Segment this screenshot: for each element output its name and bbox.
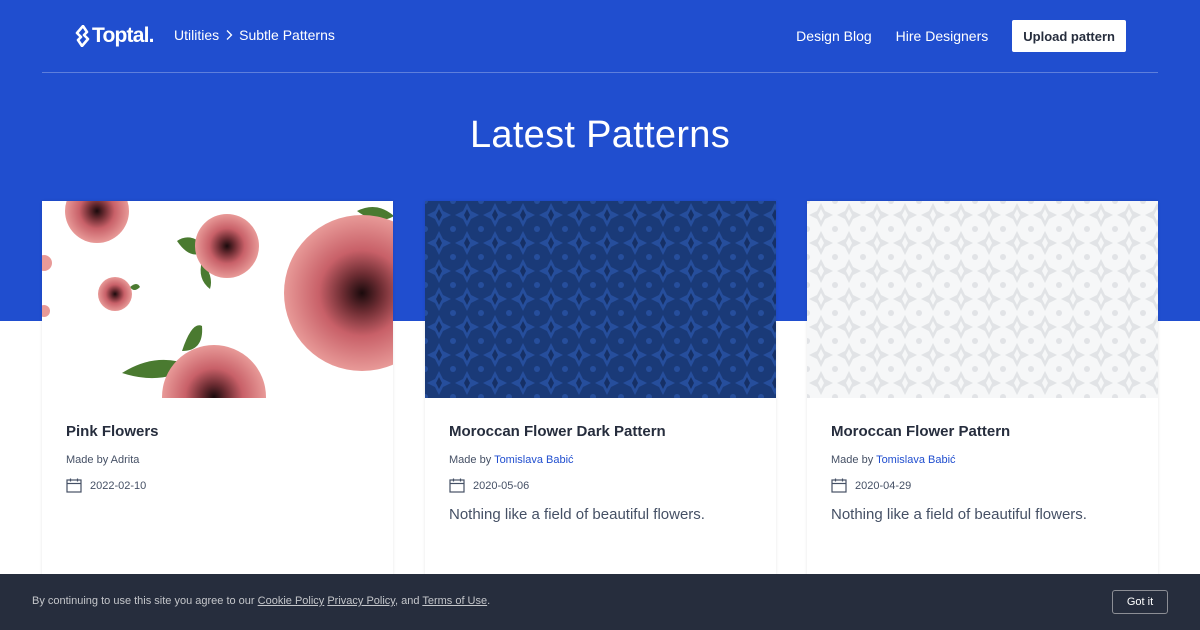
card-date: 2020-04-29 [831,478,1134,493]
cookie-consent-bar: By continuing to use this site you agree… [0,574,1200,630]
toptal-logo[interactable]: Toptal. [74,24,154,48]
chevron-right-icon [225,29,233,41]
got-it-button[interactable]: Got it [1112,590,1168,614]
top-navigation: Toptal. Utilities Subtle Patterns Design… [42,0,1158,73]
terms-of-use-link[interactable]: Terms of Use [422,595,487,607]
card-author: Made by Tomislava Babić [831,453,1134,467]
nav-right: Design Blog Hire Designers Upload patter… [796,20,1126,52]
toptal-logo-icon [74,25,90,47]
pattern-thumbnail-moroccan-dark[interactable] [425,201,776,398]
author-link[interactable]: Tomislava Babić [876,454,955,466]
calendar-icon [831,478,847,493]
pattern-card[interactable]: Moroccan Flower Dark Pattern Made by Tom… [425,201,776,581]
logo-wordmark: Toptal [92,24,149,47]
nav-hire-designers[interactable]: Hire Designers [896,20,989,52]
card-author: Made by Adrita [66,453,369,467]
pattern-card[interactable]: Moroccan Flower Pattern Made by Tomislav… [807,201,1158,581]
made-by-label: Made by [449,454,492,466]
pattern-thumbnail-pink-flowers[interactable] [42,201,393,398]
card-title[interactable]: Pink Flowers [66,423,369,441]
pattern-thumbnail-moroccan-light[interactable] [807,201,1158,398]
breadcrumb: Utilities Subtle Patterns [174,27,335,43]
privacy-policy-link[interactable]: Privacy Policy [327,595,395,607]
pattern-card[interactable]: Pink Flowers Made by Adrita 2022-02-10 [42,201,393,581]
card-description: Nothing like a field of beautiful flower… [449,506,705,523]
card-date: 2022-02-10 [66,478,369,493]
card-author: Made by Tomislava Babić [449,453,752,467]
cookie-policy-link[interactable]: Cookie Policy [258,595,325,607]
date-value: 2022-02-10 [90,479,147,492]
card-date: 2020-05-06 [449,478,752,493]
card-title[interactable]: Moroccan Flower Dark Pattern [449,423,752,441]
card-title[interactable]: Moroccan Flower Pattern [831,423,1134,441]
cookie-message: By continuing to use this site you agree… [32,595,491,607]
cookie-prefix: By continuing to use this site you agree… [32,595,255,607]
page-title: Latest Patterns [469,114,731,156]
date-value: 2020-04-29 [855,479,912,492]
calendar-icon [449,478,465,493]
nav-design-blog[interactable]: Design Blog [796,20,872,52]
card-description: Nothing like a field of beautiful flower… [831,506,1087,523]
author-name: Adrita [110,454,140,466]
cookie-and: , and [395,595,420,607]
made-by-label: Made by [831,454,874,466]
breadcrumb-subtle-patterns[interactable]: Subtle Patterns [239,27,335,43]
upload-pattern-button[interactable]: Upload pattern [1012,20,1126,52]
made-by-label: Made by [66,454,109,466]
breadcrumb-utilities[interactable]: Utilities [174,27,219,43]
calendar-icon [66,478,82,493]
author-link[interactable]: Tomislava Babić [494,454,573,466]
date-value: 2020-05-06 [473,479,530,492]
